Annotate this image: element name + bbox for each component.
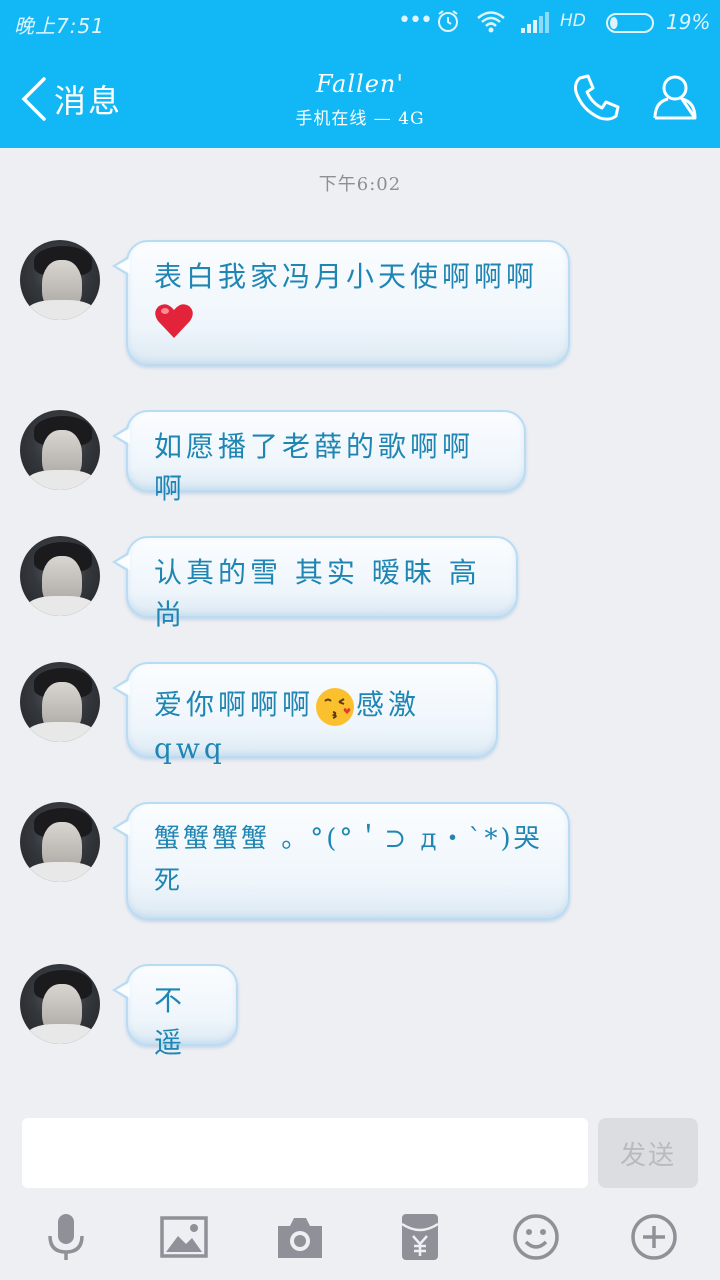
network-type: HD: [560, 11, 586, 31]
plus-icon[interactable]: [630, 1212, 678, 1262]
avatar[interactable]: [20, 802, 100, 882]
chat-header: 消息 Fallen' 手机在线 — 4G: [0, 46, 720, 148]
message-bubble[interactable]: 蟹蟹蟹蟹 。°(°＇⊃ д・`*)哭 死: [112, 802, 570, 920]
wifi-icon: [477, 11, 505, 33]
phone-icon[interactable]: [570, 72, 622, 124]
profile-icon[interactable]: [650, 72, 700, 122]
status-bar: 晚上7:51 ••• HD 19%: [0, 0, 720, 46]
message-text: 爱你啊啊啊: [154, 688, 315, 721]
message-input[interactable]: [22, 1118, 588, 1188]
signal-icon: [521, 12, 549, 33]
message-timestamp: 下午6:02: [318, 174, 402, 195]
red-packet-icon[interactable]: [396, 1212, 444, 1262]
avatar[interactable]: [20, 240, 100, 320]
input-bar: 发送: [0, 1100, 720, 1280]
send-button[interactable]: 发送: [598, 1118, 698, 1188]
message-bubble[interactable]: 表白我家冯月小天使啊啊啊: [112, 240, 570, 366]
avatar[interactable]: [20, 410, 100, 490]
battery-icon: [606, 13, 654, 33]
message-text: 认真的雪 其实 暧昧 高尚: [154, 556, 481, 631]
avatar[interactable]: [20, 536, 100, 616]
message-text: 如愿播了老薛的歌啊啊啊: [154, 430, 475, 505]
emoji-icon[interactable]: [512, 1212, 560, 1262]
microphone-icon[interactable]: [42, 1212, 90, 1262]
kissing-face-emoji-icon: [316, 687, 355, 726]
message-bubble[interactable]: 如愿播了老薛的歌啊啊啊: [112, 410, 526, 505]
message-bubble[interactable]: 认真的雪 其实 暧昧 高尚: [112, 536, 518, 631]
status-time: 晚上7:51: [14, 14, 105, 38]
avatar[interactable]: [20, 964, 100, 1044]
image-icon[interactable]: [160, 1212, 208, 1262]
avatar[interactable]: [20, 662, 100, 742]
heart-emoji-icon: [155, 303, 193, 338]
camera-icon[interactable]: [276, 1212, 324, 1262]
battery-percent: 19%: [666, 10, 711, 34]
message-text: 表白我家冯月小天使啊啊啊: [154, 260, 539, 293]
message-text: 蟹蟹蟹蟹 。°(°＇⊃ д・`*)哭: [154, 824, 543, 854]
message-bubble[interactable]: 不遥: [112, 964, 238, 1059]
message-bubble[interactable]: 爱你啊啊啊 感激qwq: [112, 662, 498, 765]
notification-dots-icon: •••: [398, 8, 433, 33]
message-text: 死: [154, 866, 184, 896]
message-text: 不遥: [154, 984, 187, 1059]
alarm-icon: [438, 10, 458, 32]
